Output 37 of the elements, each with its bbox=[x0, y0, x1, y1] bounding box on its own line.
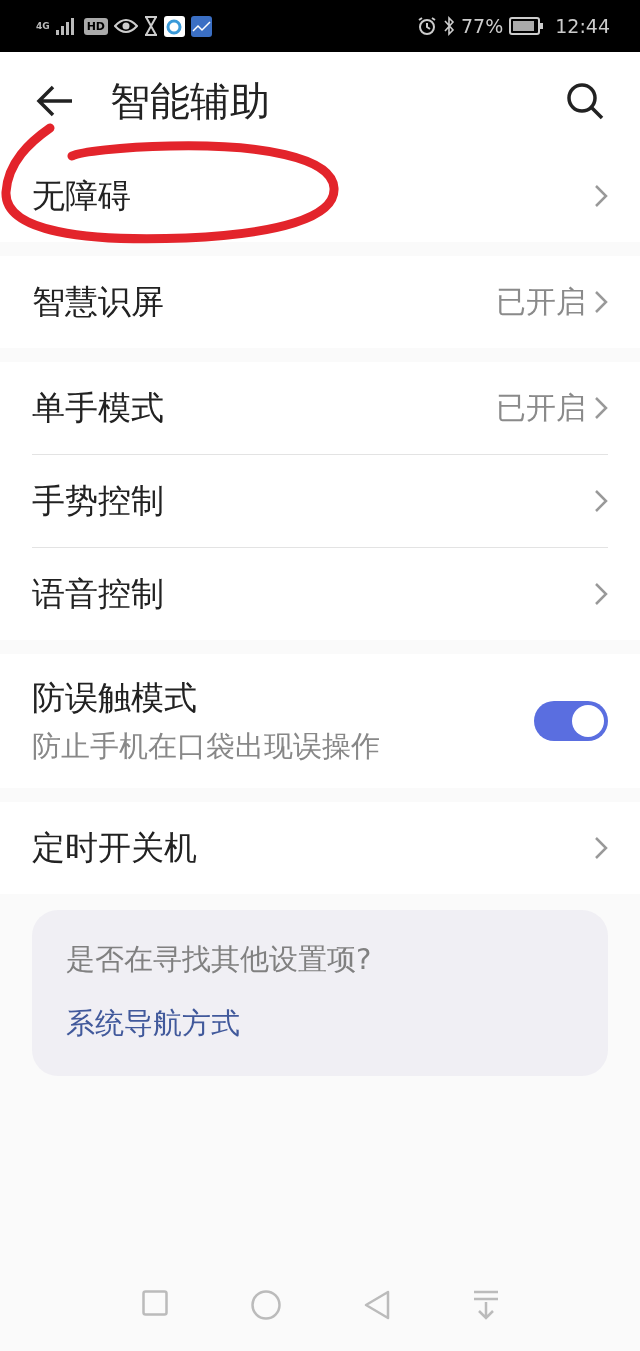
chevron-icon bbox=[594, 396, 608, 420]
battery-icon bbox=[509, 17, 544, 35]
recents-icon[interactable] bbox=[141, 1290, 168, 1316]
search-icon[interactable] bbox=[566, 82, 604, 120]
setting-label[interactable]: 无障碍 bbox=[32, 173, 131, 219]
suggestion-link[interactable]: 系统导航方式 bbox=[66, 1004, 574, 1044]
setting-value: 已开启 bbox=[496, 388, 586, 427]
battery-percent: 77% bbox=[461, 15, 504, 37]
setting-label: 防误触模式 bbox=[32, 676, 198, 719]
setting-description: 防止手机在口袋出现误操作 bbox=[32, 727, 380, 765]
page-title: 智能辅助 bbox=[110, 76, 270, 126]
hourglass-icon bbox=[144, 16, 158, 36]
setting-value: 已开启 bbox=[496, 282, 586, 321]
setting-label[interactable]: 手势控制 bbox=[32, 478, 164, 524]
chart-app-icon bbox=[191, 15, 212, 37]
app-icon bbox=[164, 15, 185, 37]
hd-icon: HD bbox=[83, 17, 108, 35]
setting-label[interactable]: 单手模式 bbox=[32, 385, 164, 431]
setting-label[interactable]: 智慧识屏 bbox=[32, 279, 164, 325]
setting-label[interactable]: 语音控制 bbox=[32, 571, 164, 617]
chevron-icon bbox=[594, 489, 608, 513]
chevron-icon bbox=[594, 290, 608, 314]
bluetooth-icon bbox=[443, 16, 455, 36]
chevron-icon bbox=[594, 582, 608, 606]
back-arrow-icon[interactable] bbox=[36, 85, 74, 117]
back-icon[interactable] bbox=[363, 1290, 390, 1320]
chevron-icon bbox=[594, 184, 608, 208]
home-icon[interactable] bbox=[250, 1290, 281, 1320]
notification-pull-icon[interactable] bbox=[472, 1290, 499, 1320]
chevron-icon bbox=[594, 836, 608, 860]
clock-time: 12:44 bbox=[555, 15, 610, 37]
setting-label[interactable]: 定时开关机 bbox=[32, 825, 197, 871]
alarm-icon bbox=[417, 16, 437, 36]
suggestion-question: 是否在寻找其他设置项? bbox=[66, 941, 373, 978]
toggle-switch[interactable] bbox=[534, 701, 608, 741]
eye-icon bbox=[114, 18, 138, 34]
network-type: 4G bbox=[36, 21, 50, 31]
